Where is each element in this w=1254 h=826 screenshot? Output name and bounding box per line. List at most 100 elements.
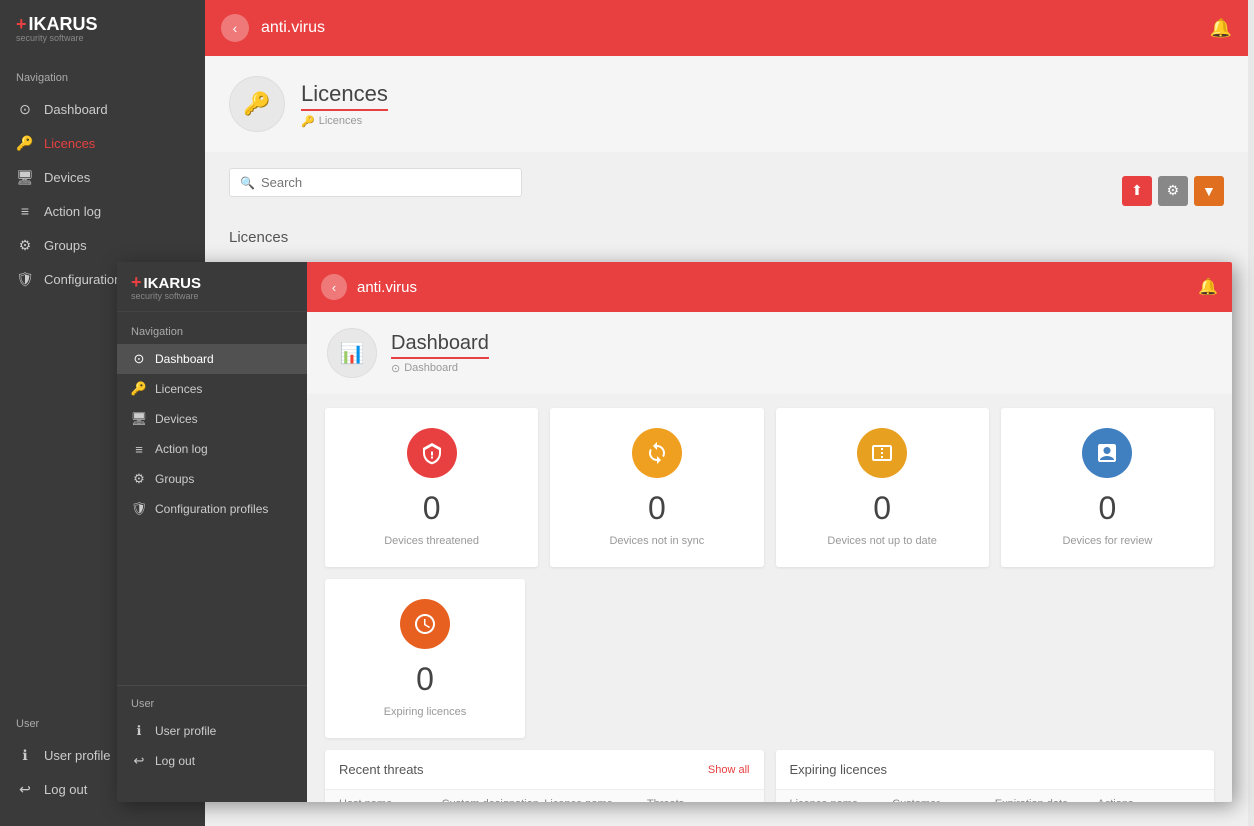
forreview-icon-circle [1082,428,1132,478]
stat-label-threatened: Devices threatened [384,535,479,547]
dashboard-icon: ⊙ [16,100,34,118]
page-icon: 🔑 [229,76,285,132]
settings-button[interactable]: ⚙ [1158,176,1188,206]
sidebar-item-label: Groups [44,238,87,253]
fg-logo-subtitle: security software [131,291,201,301]
notsync-icon [645,441,669,465]
groups-icon: ⚙ [16,236,34,254]
stat-label-notuptodate: Devices not up to date [827,535,936,547]
fg-sidebar-item-label: Dashboard [155,352,214,366]
fg-sidebar-item-config[interactable]: 🛡 Configuration profiles [117,494,307,524]
show-all-link[interactable]: Show all [708,764,750,776]
fg-sidebar-item-logout[interactable]: ↩ Log out [117,746,307,776]
stat-number-notuptodate: 0 [873,490,891,527]
fg-userprofile-icon: ℹ [131,723,147,739]
fg-logo-container: +IKARUS security software [131,272,201,301]
fg-logo-plus: + [131,272,142,292]
stats-cards-row: 0 Devices threatened 0 Devices not in sy… [325,408,1214,567]
recent-threats-section: Recent threats Show all Host name Custom… [325,750,764,802]
col-customer: Customer [892,798,995,802]
fg-main: ‹ anti.virus 🔔 📊 Dashboard ⊙ Dashboard [307,262,1232,802]
bell-icon[interactable]: 🔔 [1210,18,1232,39]
sidebar-item-groups[interactable]: ⚙ Groups [0,228,205,262]
col-customdesig: Custom designation [442,798,545,802]
fg-topbar-title: anti.virus [357,279,417,296]
sidebar-item-label: Action log [44,204,101,219]
fg-groups-icon: ⚙ [131,471,147,487]
stat-label-forreview: Devices for review [1062,535,1152,547]
fg-actionlog-icon: ≡ [131,441,147,457]
sidebar-item-actionlog[interactable]: ≡ Action log [0,194,205,228]
back-icon: ‹ [233,20,238,36]
sidebar-item-devices[interactable]: 🖥 Devices [0,160,205,194]
stat-label-notsync: Devices not in sync [609,535,704,547]
fg-logout-icon: ↩ [131,753,147,769]
fg-bell-icon[interactable]: 🔔 [1198,277,1218,297]
fg-sidebar-item-userprofile[interactable]: ℹ User profile [117,716,307,746]
fg-sidebar-item-licences[interactable]: 🔑 Licences [117,374,307,404]
expiring-licences-section: Expiring licences Licence name Customer … [776,750,1215,802]
fg-sidebar-item-devices[interactable]: 🖥 Devices [117,404,307,434]
fg-sidebar-item-label: Action log [155,442,208,456]
sidebar-item-label: Dashboard [44,102,108,117]
col-actions: Actions [1097,798,1200,802]
fg-sidebar-item-label: Log out [155,754,195,768]
stat-number-forreview: 0 [1098,490,1116,527]
stat-number-notsync: 0 [648,490,666,527]
sidebar-item-licences[interactable]: 🔑 Licences [0,126,205,160]
search-input[interactable] [261,175,511,190]
fg-sidebar-item-actionlog[interactable]: ≡ Action log [117,434,307,464]
sidebar-item-dashboard[interactable]: ⊙ Dashboard [0,92,205,126]
logo-text: +IKARUS [16,14,98,34]
bg-topbar: ‹ anti.virus 🔔 [205,0,1248,56]
fg-topbar: ‹ anti.virus 🔔 [307,262,1232,312]
toolbar-icons: ⬆ ⚙ ▼ [1122,176,1224,206]
fg-sidebar-item-dashboard[interactable]: ⊙ Dashboard [117,344,307,374]
stat-card-notsync: 0 Devices not in sync [550,408,763,567]
bottom-tables-row: Recent threats Show all Host name Custom… [325,750,1214,802]
fg-breadcrumb: ⊙ Dashboard [391,362,489,375]
logo-plus: + [16,14,27,34]
stat-card-notuptodate: 0 Devices not up to date [776,408,989,567]
recent-threats-title: Recent threats [339,762,424,777]
fg-window: +IKARUS security software Navigation ⊙ D… [117,262,1232,802]
stat-label-expiring: Expiring licences [384,706,467,718]
fg-licences-icon: 🔑 [131,381,147,397]
fg-user-section-inner: User ℹ User profile ↩ Log out [117,685,307,782]
fg-page-icon: 📊 [327,328,377,378]
col-licencename2: Licence name [790,798,893,802]
export-button[interactable]: ⬆ [1122,176,1152,206]
fg-logo-name: IKARUS [144,275,202,292]
fg-page-title-area: Dashboard ⊙ Dashboard [391,332,489,375]
filter-button[interactable]: ▼ [1194,176,1224,206]
fg-sidebar-item-label: Groups [155,472,194,486]
fg-devices-icon: 🖥 [131,411,147,427]
stat-number-threatened: 0 [423,490,441,527]
userprofile-icon: ℹ [16,746,34,764]
logo-container: +IKARUS security software [16,14,98,43]
sidebar-item-label: User profile [44,748,110,763]
expiring-licences-title: Expiring licences [790,762,888,777]
fg-page-title: Dashboard [391,332,489,359]
topbar-title: anti.virus [261,19,325,37]
stat-card-threatened: 0 Devices threatened [325,408,538,567]
back-button[interactable]: ‹ [221,14,249,42]
fg-logo-text: +IKARUS [131,275,201,292]
search-bar[interactable]: 🔍 [229,168,522,197]
threatened-icon-circle [407,428,457,478]
section-title: Licences [229,229,1224,246]
fg-page-header: 📊 Dashboard ⊙ Dashboard [307,312,1232,394]
fg-config-icon: 🛡 [131,501,147,517]
licences-icon: 🔑 [16,134,34,152]
fg-content: 0 Devices threatened 0 Devices not in sy… [307,394,1232,802]
col-expdate: Expiration date [995,798,1098,802]
fg-back-icon: ‹ [332,280,336,295]
search-row: 🔍 ⬆ ⚙ ▼ [229,168,1224,213]
fg-sidebar-item-label: Devices [155,412,198,426]
bg-logo: +IKARUS security software [0,0,205,56]
fg-dashboard-icon: ⊙ [131,351,147,367]
fg-sidebar-item-groups[interactable]: ⚙ Groups [117,464,307,494]
expiring-licences-header: Expiring licences [776,750,1215,790]
fg-back-button[interactable]: ‹ [321,274,347,300]
sidebar-item-label: Log out [44,782,87,797]
